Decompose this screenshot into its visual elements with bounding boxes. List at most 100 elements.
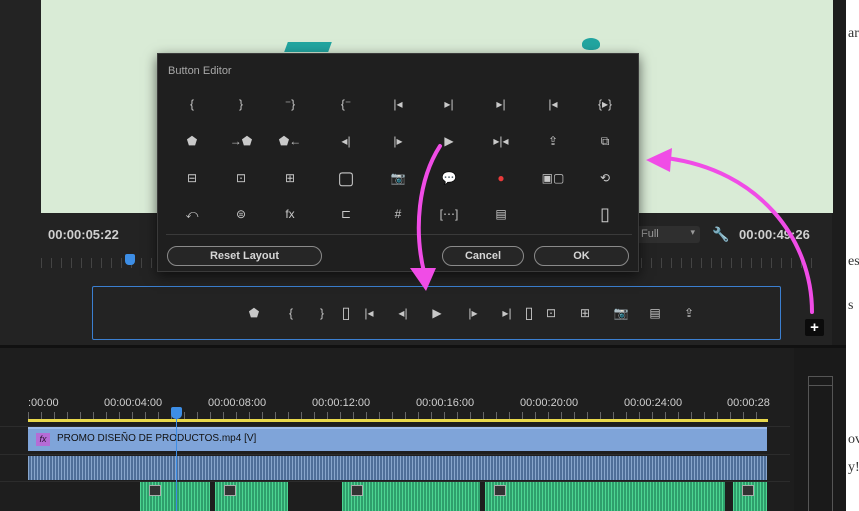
editor-button-icon[interactable]: ⊞ bbox=[277, 167, 303, 189]
ruler-ticks bbox=[28, 412, 768, 419]
ruler-label: 00:00:12:00 bbox=[312, 397, 371, 409]
editor-button-icon[interactable]: ▤ bbox=[488, 203, 514, 225]
transport-button-icon[interactable]: { bbox=[280, 303, 302, 323]
button-editor-button[interactable]: + bbox=[805, 319, 824, 336]
editor-button-icon[interactable]: ▯ bbox=[592, 203, 618, 225]
button-editor-dialog: Button Editor {} ⁻} {⁻ |◂ ▸| ▸| |◂ {▸} ⬟ →⬟ ⬟← ◂| |▸… bbox=[157, 53, 639, 272]
editor-button-icon[interactable]: ▸|◂ bbox=[488, 130, 514, 152]
editor-button-icon[interactable]: →⬟ bbox=[228, 130, 254, 152]
transport-button-icon[interactable]: |▸ bbox=[462, 303, 484, 323]
editor-button-icon[interactable]: ◂| bbox=[333, 130, 359, 152]
dialog-divider bbox=[166, 234, 632, 235]
transport-button-icon[interactable]: ⇪ bbox=[678, 303, 700, 323]
editor-button-icon[interactable]: ▸| bbox=[436, 93, 462, 115]
cancel-button[interactable]: Cancel bbox=[442, 246, 524, 266]
editor-button-icon[interactable]: ⊟ bbox=[179, 167, 205, 189]
editor-button-icon[interactable]: # bbox=[385, 203, 411, 225]
transport-button-icon[interactable]: ▤ bbox=[644, 303, 666, 323]
transport-button-icon[interactable]: ▸| bbox=[496, 303, 518, 323]
fx-badge: fx bbox=[36, 433, 50, 446]
editor-button-icon[interactable]: ⬟← bbox=[277, 130, 303, 152]
editor-button-icon[interactable]: ⧉ bbox=[592, 130, 618, 152]
editor-button-icon[interactable]: 💬 bbox=[436, 167, 462, 189]
transport-button-icon[interactable]: ⊡ bbox=[540, 303, 562, 323]
meter-peak bbox=[808, 376, 833, 386]
editor-button-icon[interactable]: ⇪ bbox=[540, 130, 566, 152]
transport-button-icon[interactable]: ▯ bbox=[518, 303, 540, 323]
editor-button-icon[interactable]: { bbox=[179, 93, 205, 115]
track-divider bbox=[0, 454, 790, 455]
editor-button-icon[interactable]: [⋯] bbox=[436, 203, 462, 225]
editor-button-icon[interactable]: ▢ bbox=[333, 167, 359, 189]
editor-button-icon[interactable]: ▣▢ bbox=[540, 167, 566, 189]
document-text-fragment: s bbox=[848, 298, 854, 313]
fx-badge bbox=[494, 485, 506, 496]
audio-clip[interactable] bbox=[485, 482, 725, 511]
fx-badge bbox=[149, 485, 161, 496]
ok-button[interactable]: OK bbox=[534, 246, 629, 266]
editor-button-icon[interactable]: ⁻} bbox=[277, 93, 303, 115]
transport-button-icon[interactable]: |◂ bbox=[358, 303, 380, 323]
transport-button-icon[interactable]: } bbox=[311, 303, 333, 323]
current-timecode[interactable]: 00:00:05:22 bbox=[48, 227, 119, 242]
editor-button-icon[interactable]: ⊡ bbox=[228, 167, 254, 189]
wrench-icon[interactable]: 🔧 bbox=[712, 226, 729, 243]
transport-button-icon[interactable]: ▯ bbox=[335, 303, 357, 323]
editor-button-icon[interactable]: 📷 bbox=[385, 167, 411, 189]
preview-shape bbox=[582, 38, 600, 50]
editor-button-icon[interactable]: fx bbox=[277, 203, 303, 225]
editor-button-icon[interactable]: ⟲ bbox=[592, 167, 618, 189]
audio-clip[interactable] bbox=[140, 482, 210, 511]
video-clip-label: PROMO DISEÑO DE PRODUCTOS.mp4 [V] bbox=[57, 433, 257, 444]
chevron-down-icon: ▾ bbox=[690, 227, 695, 237]
transport-button-icon[interactable]: 📷 bbox=[610, 303, 632, 323]
ruler-label: 00:00:20:00 bbox=[520, 397, 579, 409]
fx-badge bbox=[224, 485, 236, 496]
editor-button-icon[interactable]: ● bbox=[488, 167, 514, 189]
document-text-fragment: es bbox=[848, 254, 859, 269]
playback-resolution-select[interactable]: Full ▾ bbox=[636, 226, 700, 243]
meter-channel bbox=[808, 376, 833, 511]
playback-resolution-value: Full bbox=[641, 228, 659, 240]
transport-button-icon[interactable]: ⊞ bbox=[574, 303, 596, 323]
work-area-bar[interactable] bbox=[28, 419, 768, 422]
document-text-fragment: ar bbox=[848, 26, 859, 41]
monitor-playhead[interactable] bbox=[125, 254, 135, 265]
fx-badge bbox=[742, 485, 754, 496]
ruler-label: 00:00:28 bbox=[727, 397, 770, 409]
audio-clip[interactable] bbox=[28, 456, 767, 480]
editor-button-icon[interactable]: |◂ bbox=[540, 93, 566, 115]
audio-clip[interactable] bbox=[342, 482, 480, 511]
transport-button-icon[interactable]: ⬟ bbox=[243, 303, 265, 323]
editor-button-icon[interactable]: |▸ bbox=[385, 130, 411, 152]
ruler-label: 00:00:04:00 bbox=[104, 397, 163, 409]
video-clip[interactable]: fx PROMO DISEÑO DE PRODUCTOS.mp4 [V] bbox=[28, 427, 767, 451]
transport-button-icon[interactable]: ▶ bbox=[426, 303, 448, 323]
editor-button-icon[interactable]: |◂ bbox=[385, 93, 411, 115]
editor-button-icon[interactable]: ⊏ bbox=[333, 203, 359, 225]
ruler-label: :00:00 bbox=[28, 397, 59, 409]
editor-button-icon[interactable]: ▶ bbox=[436, 130, 462, 152]
document-text-fragment: ov bbox=[848, 432, 859, 447]
ruler-label: 00:00:08:00 bbox=[208, 397, 267, 409]
document-text-fragment: y! bbox=[848, 460, 859, 475]
editor-button-icon[interactable]: ⊜ bbox=[228, 203, 254, 225]
editor-button-icon[interactable]: {▸} bbox=[592, 93, 618, 115]
ruler-label: 00:00:16:00 bbox=[416, 397, 475, 409]
track-headers bbox=[0, 348, 28, 511]
audio-clip[interactable] bbox=[733, 482, 767, 511]
ruler-label: 00:00:24:00 bbox=[624, 397, 683, 409]
editor-button-icon[interactable]: ⤺ bbox=[179, 203, 205, 225]
editor-button-icon[interactable]: {⁻ bbox=[333, 93, 359, 115]
reset-layout-button[interactable]: Reset Layout bbox=[167, 246, 322, 266]
playhead-line bbox=[176, 418, 177, 511]
duration-timecode: 00:00:49:26 bbox=[739, 227, 810, 242]
editor-button-icon[interactable]: } bbox=[228, 93, 254, 115]
transport-button-icon[interactable]: ◂| bbox=[392, 303, 414, 323]
transport-button-bar: ⬟{} ▯ |◂ ◂| ▶ |▸ ▸| ▯ ⊡ ⊞ 📷 ▤ ⇪ bbox=[92, 286, 781, 340]
preview-shape bbox=[284, 42, 332, 52]
editor-button-icon[interactable]: ▸| bbox=[488, 93, 514, 115]
editor-button-icon[interactable]: ⬟ bbox=[179, 130, 205, 152]
audio-clip[interactable] bbox=[215, 482, 288, 511]
fx-badge bbox=[351, 485, 363, 496]
